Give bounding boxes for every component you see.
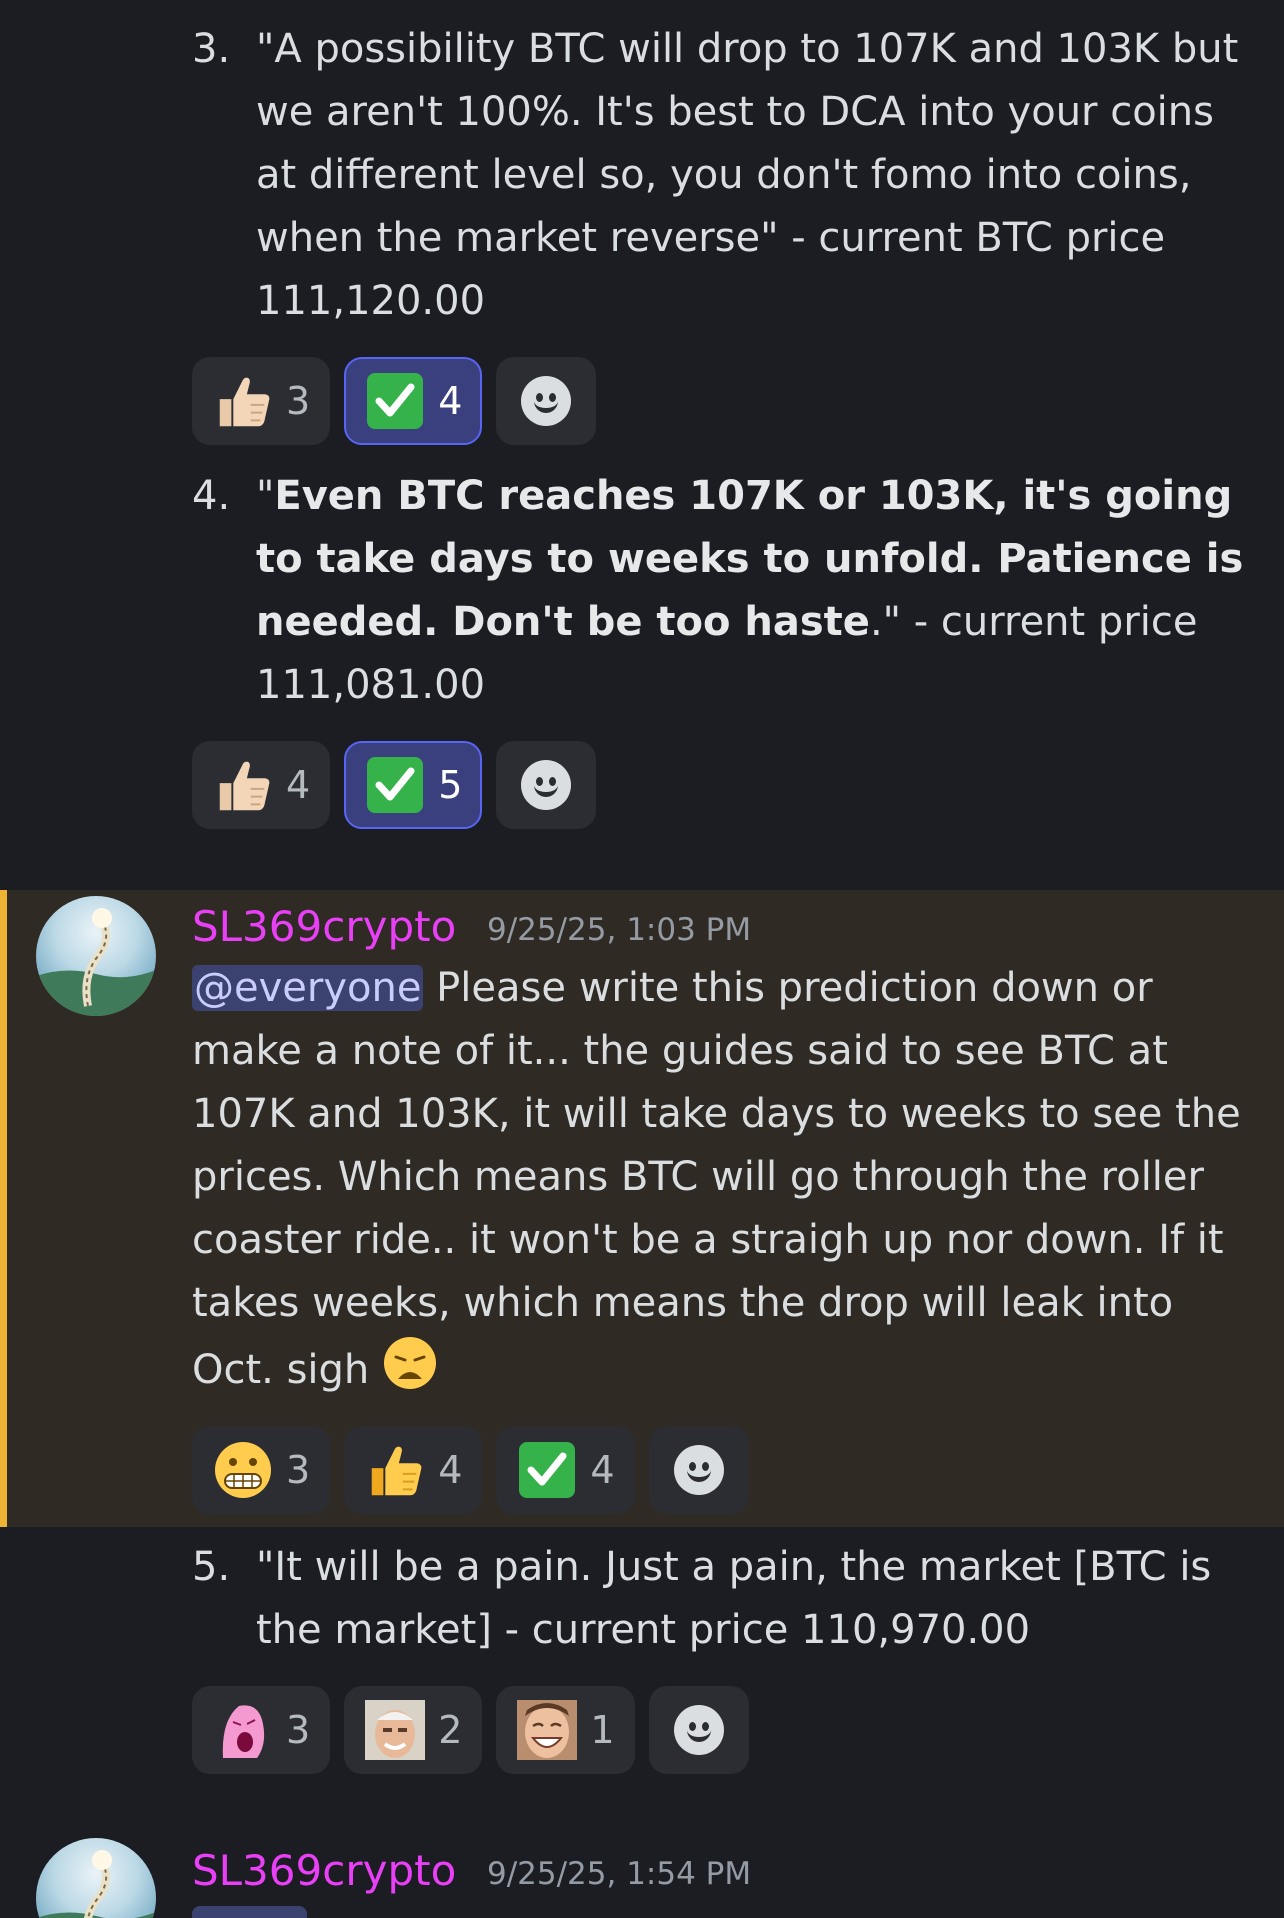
laughing-man-face-icon bbox=[516, 1699, 578, 1761]
list-item-text: "It will be a pain. Just a pain, the mar… bbox=[256, 1544, 1212, 1653]
reaction-check[interactable]: 4 bbox=[496, 1426, 635, 1514]
harold-face-icon bbox=[364, 1699, 426, 1761]
chat-view: 3. "A possibility BTC will drop to 107K … bbox=[0, 0, 1284, 1918]
reaction-laughing-man[interactable]: 1 bbox=[496, 1686, 635, 1774]
reaction-count: 3 bbox=[286, 379, 311, 423]
reaction-thumbs-up[interactable]: 4 bbox=[192, 741, 331, 829]
list-number: 4. bbox=[192, 473, 231, 519]
weary-face-icon bbox=[382, 1335, 438, 1410]
reaction-count: 5 bbox=[438, 763, 463, 807]
reaction-count: 4 bbox=[438, 1448, 463, 1492]
thumbs-up-yellow-icon bbox=[364, 1439, 426, 1501]
reaction-count: 4 bbox=[438, 379, 463, 423]
reaction-count: 4 bbox=[590, 1448, 615, 1492]
grimacing-face-icon bbox=[212, 1439, 274, 1501]
reaction-harold[interactable]: 2 bbox=[344, 1686, 483, 1774]
add-reaction-icon bbox=[673, 1445, 724, 1495]
add-reaction-icon bbox=[521, 376, 572, 426]
pink-wojak-screaming-icon bbox=[212, 1699, 274, 1761]
avatar[interactable] bbox=[36, 1838, 156, 1918]
add-reaction-button[interactable] bbox=[648, 1686, 749, 1774]
list-item-text: "A possibility BTC will drop to 107K and… bbox=[256, 26, 1239, 324]
add-reaction-button[interactable] bbox=[648, 1426, 749, 1514]
add-reaction-button[interactable] bbox=[496, 357, 597, 445]
message-timestamp: 9/25/25, 1:54 PM bbox=[487, 1856, 752, 1892]
reaction-grimacing[interactable]: 3 bbox=[192, 1426, 331, 1514]
highlighted-message: SL369crypto 9/25/25, 1:03 PM @everyone P… bbox=[0, 890, 1284, 1527]
thumbs-up-light-icon bbox=[212, 754, 274, 816]
add-reaction-button[interactable] bbox=[496, 741, 597, 829]
reaction-bar: 3 4 4 bbox=[192, 1426, 749, 1514]
mention-everyone[interactable] bbox=[192, 1906, 307, 1918]
reaction-count: 4 bbox=[286, 763, 311, 807]
list-item-text: "Even BTC reaches 107K or 103K, it's goi… bbox=[256, 473, 1244, 708]
message-timestamp: 9/25/25, 1:03 PM bbox=[487, 912, 752, 948]
reaction-thumbs-up[interactable]: 3 bbox=[192, 357, 331, 445]
list-number: 5. bbox=[192, 1544, 231, 1590]
reaction-pink-wojak[interactable]: 3 bbox=[192, 1686, 331, 1774]
list-number: 3. bbox=[192, 26, 231, 72]
reaction-check[interactable]: 5 bbox=[344, 741, 483, 829]
mention-everyone[interactable]: @everyone bbox=[192, 965, 424, 1011]
message-text: @everyone Please write this prediction d… bbox=[192, 957, 1262, 1410]
check-mark-icon bbox=[364, 370, 426, 432]
check-mark-icon bbox=[364, 754, 426, 816]
thumbs-up-light-icon bbox=[212, 370, 274, 432]
reaction-count: 2 bbox=[438, 1708, 463, 1752]
add-reaction-icon bbox=[673, 1705, 724, 1755]
reaction-bar: 4 5 bbox=[192, 741, 597, 829]
add-reaction-icon bbox=[521, 760, 572, 810]
reaction-thumbs-up[interactable]: 4 bbox=[344, 1426, 483, 1514]
reaction-count: 3 bbox=[286, 1708, 311, 1752]
message-username[interactable]: SL369crypto bbox=[192, 902, 456, 951]
reaction-bar: 3 4 bbox=[192, 357, 597, 445]
reaction-check[interactable]: 4 bbox=[344, 357, 483, 445]
reaction-count: 3 bbox=[286, 1448, 311, 1492]
check-mark-icon bbox=[516, 1439, 578, 1501]
mention-highlight-bar bbox=[0, 890, 7, 1527]
reaction-bar: 3 2 1 bbox=[192, 1686, 749, 1774]
avatar[interactable] bbox=[36, 896, 156, 1016]
message-username[interactable]: SL369crypto bbox=[192, 1846, 456, 1895]
reaction-count: 1 bbox=[590, 1708, 615, 1752]
